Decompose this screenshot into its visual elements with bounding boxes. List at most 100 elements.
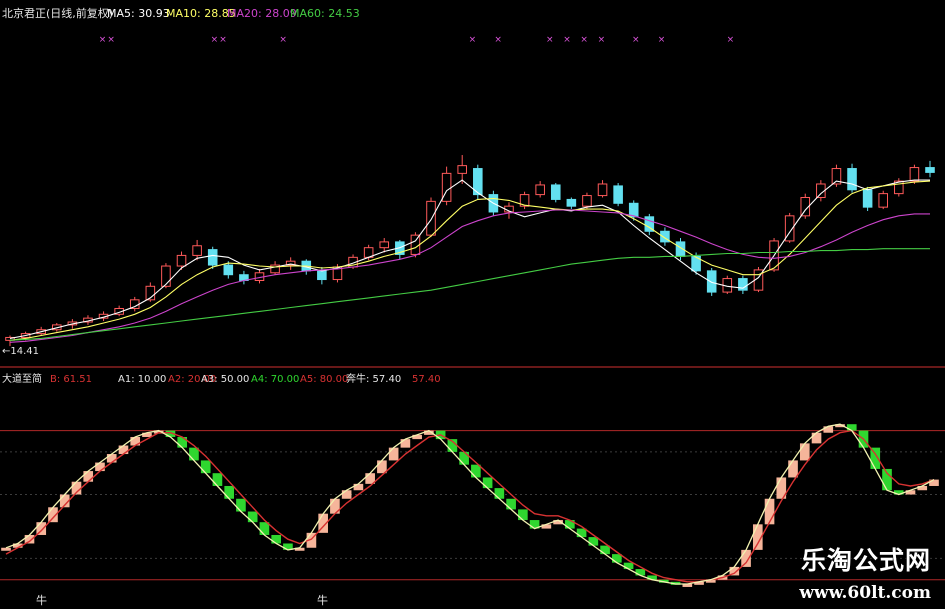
candle-body-10 — [161, 265, 171, 287]
watermark-url: www.60lt.com — [799, 583, 931, 603]
ma-line-ma5 — [9, 179, 930, 339]
indicator-bar-52 — [612, 554, 622, 563]
signal-marker-10: × — [598, 35, 606, 45]
indicator-a-line — [5, 423, 935, 585]
candle-body-55 — [862, 189, 873, 208]
indicator-bar-65 — [764, 498, 775, 525]
signal-marker-0: × — [99, 35, 107, 45]
candle-body-36 — [566, 198, 577, 207]
candle-body-13 — [207, 249, 218, 266]
indicator-bar-7 — [83, 471, 94, 482]
candle-body-24 — [379, 241, 390, 249]
chart-stage: 北京君正(日线,前复权) MA5: 30.93 MA10: 28.85 MA20… — [0, 6, 945, 607]
candle-body-58 — [909, 167, 920, 182]
indicator-bars — [1, 424, 939, 587]
indicator-bar-23 — [271, 534, 281, 544]
signal-marker-3: × — [219, 35, 227, 45]
b-value-label: B: 61.51 — [50, 374, 92, 385]
candle-body-14 — [223, 264, 234, 276]
indicator-lines — [5, 423, 935, 585]
candle-body-27 — [426, 200, 436, 236]
indicator-bar-16 — [189, 447, 199, 461]
a4-value-label: A4: 70.00 — [251, 374, 299, 385]
indicator-bar-33 — [388, 447, 399, 461]
indicator-bar-8 — [95, 462, 105, 472]
indicator-bar-9 — [106, 454, 117, 463]
signal-marker-1: × — [107, 35, 115, 45]
indicator-bar-69 — [811, 432, 822, 444]
ma60-label: MA60: 24.53 — [290, 7, 360, 20]
candle-body-39 — [613, 185, 623, 204]
bull-value-label: 奔牛: 57.40 — [346, 372, 401, 385]
a5-value-label: A5: 80.00 — [300, 374, 348, 385]
indicator-bar-53 — [623, 562, 634, 570]
indicator-bar-21 — [247, 511, 258, 523]
signal-marker-12: × — [658, 35, 666, 45]
indicator-bar-39 — [459, 451, 469, 465]
indicator-bar-18 — [212, 473, 223, 486]
indicator-b-line — [5, 429, 935, 583]
indicator-bar-41 — [482, 477, 493, 489]
indicator-bar-0 — [1, 547, 11, 551]
ma10-label: MA10: 28.85 — [166, 7, 236, 20]
candle-body-56 — [878, 193, 889, 208]
indicator-bar-43 — [506, 498, 516, 510]
a3-value-label: A3: 50.00 — [201, 374, 249, 385]
indicator-bar-17 — [200, 460, 211, 474]
indicator-name: 大道至简 — [2, 372, 42, 385]
ma20-label: MA20: 28.09 — [227, 7, 297, 20]
signal-marker-13: × — [727, 35, 735, 45]
indicator-bar-42 — [494, 488, 505, 499]
signal-marker-7: × — [546, 35, 554, 45]
signal-marker-9: × — [580, 35, 588, 45]
price-header: 北京君正(日线,前复权) MA5: 30.93 MA10: 28.85 MA20… — [2, 6, 360, 20]
candle-body-45 — [706, 270, 717, 293]
indicator-bar-70 — [823, 426, 834, 433]
ma-line-ma10 — [9, 180, 931, 341]
ma5-label: MA5: 30.93 — [107, 7, 170, 20]
indicator-bar-20 — [236, 498, 246, 512]
signal-marker-4: × — [279, 35, 287, 45]
candle-body-59 — [925, 167, 935, 173]
indicator-bar-30 — [353, 483, 364, 491]
low-price-label: ←14.41 — [2, 346, 39, 357]
signal-marker-5: × — [469, 35, 477, 45]
indicator-bar-72 — [846, 424, 857, 431]
indicator-bar-22 — [259, 522, 270, 535]
indicator-bar-49 — [576, 528, 587, 538]
candle-body-20 — [317, 270, 327, 281]
candle-body-35 — [550, 184, 561, 200]
candlesticks — [5, 155, 935, 347]
indicator-bar-51 — [600, 545, 610, 555]
watermark-title: 乐淘公式网 — [800, 546, 931, 575]
candle-body-38 — [597, 183, 608, 197]
signal-marker-8: × — [563, 35, 571, 45]
indicator-bar-29 — [341, 490, 352, 499]
bull-marker-1: 牛 — [36, 593, 47, 607]
last-value-label: 57.40 — [412, 374, 441, 385]
signal-marker-6: × — [494, 35, 502, 45]
candle-body-37 — [582, 195, 592, 207]
stock-name: 北京君正(日线,前复权) — [2, 6, 113, 20]
indicator-bar-40 — [471, 464, 481, 478]
indicator-bar-68 — [799, 443, 810, 461]
indicator-bar-67 — [788, 460, 798, 478]
indicator-bar-44 — [518, 509, 528, 521]
indicator-bar-10 — [118, 445, 129, 455]
indicator-bar-50 — [588, 537, 599, 546]
indicator-bar-19 — [224, 485, 235, 499]
moving-averages — [9, 179, 931, 343]
candle-body-34 — [535, 184, 545, 196]
indicator-header: 大道至简 B: 61.51 A1: 10.00 A2: 20.00 A3: 50… — [2, 372, 441, 385]
candle-body-54 — [847, 168, 857, 191]
candle-body-11 — [176, 254, 187, 267]
signal-marker-11: × — [632, 35, 640, 45]
a1-value-label: A1: 10.00 — [118, 374, 166, 385]
signal-markers: × × × × × × × × × × × × × × — [99, 35, 734, 45]
candle-body-29 — [457, 165, 467, 174]
indicator-bar-32 — [377, 460, 387, 474]
bull-marker-2: 牛 — [317, 593, 328, 607]
price-pane: 北京君正(日线,前复权) MA5: 30.93 MA10: 28.85 MA20… — [0, 6, 945, 368]
indicator-bar-34 — [400, 439, 411, 448]
candle-body-12 — [192, 245, 202, 256]
